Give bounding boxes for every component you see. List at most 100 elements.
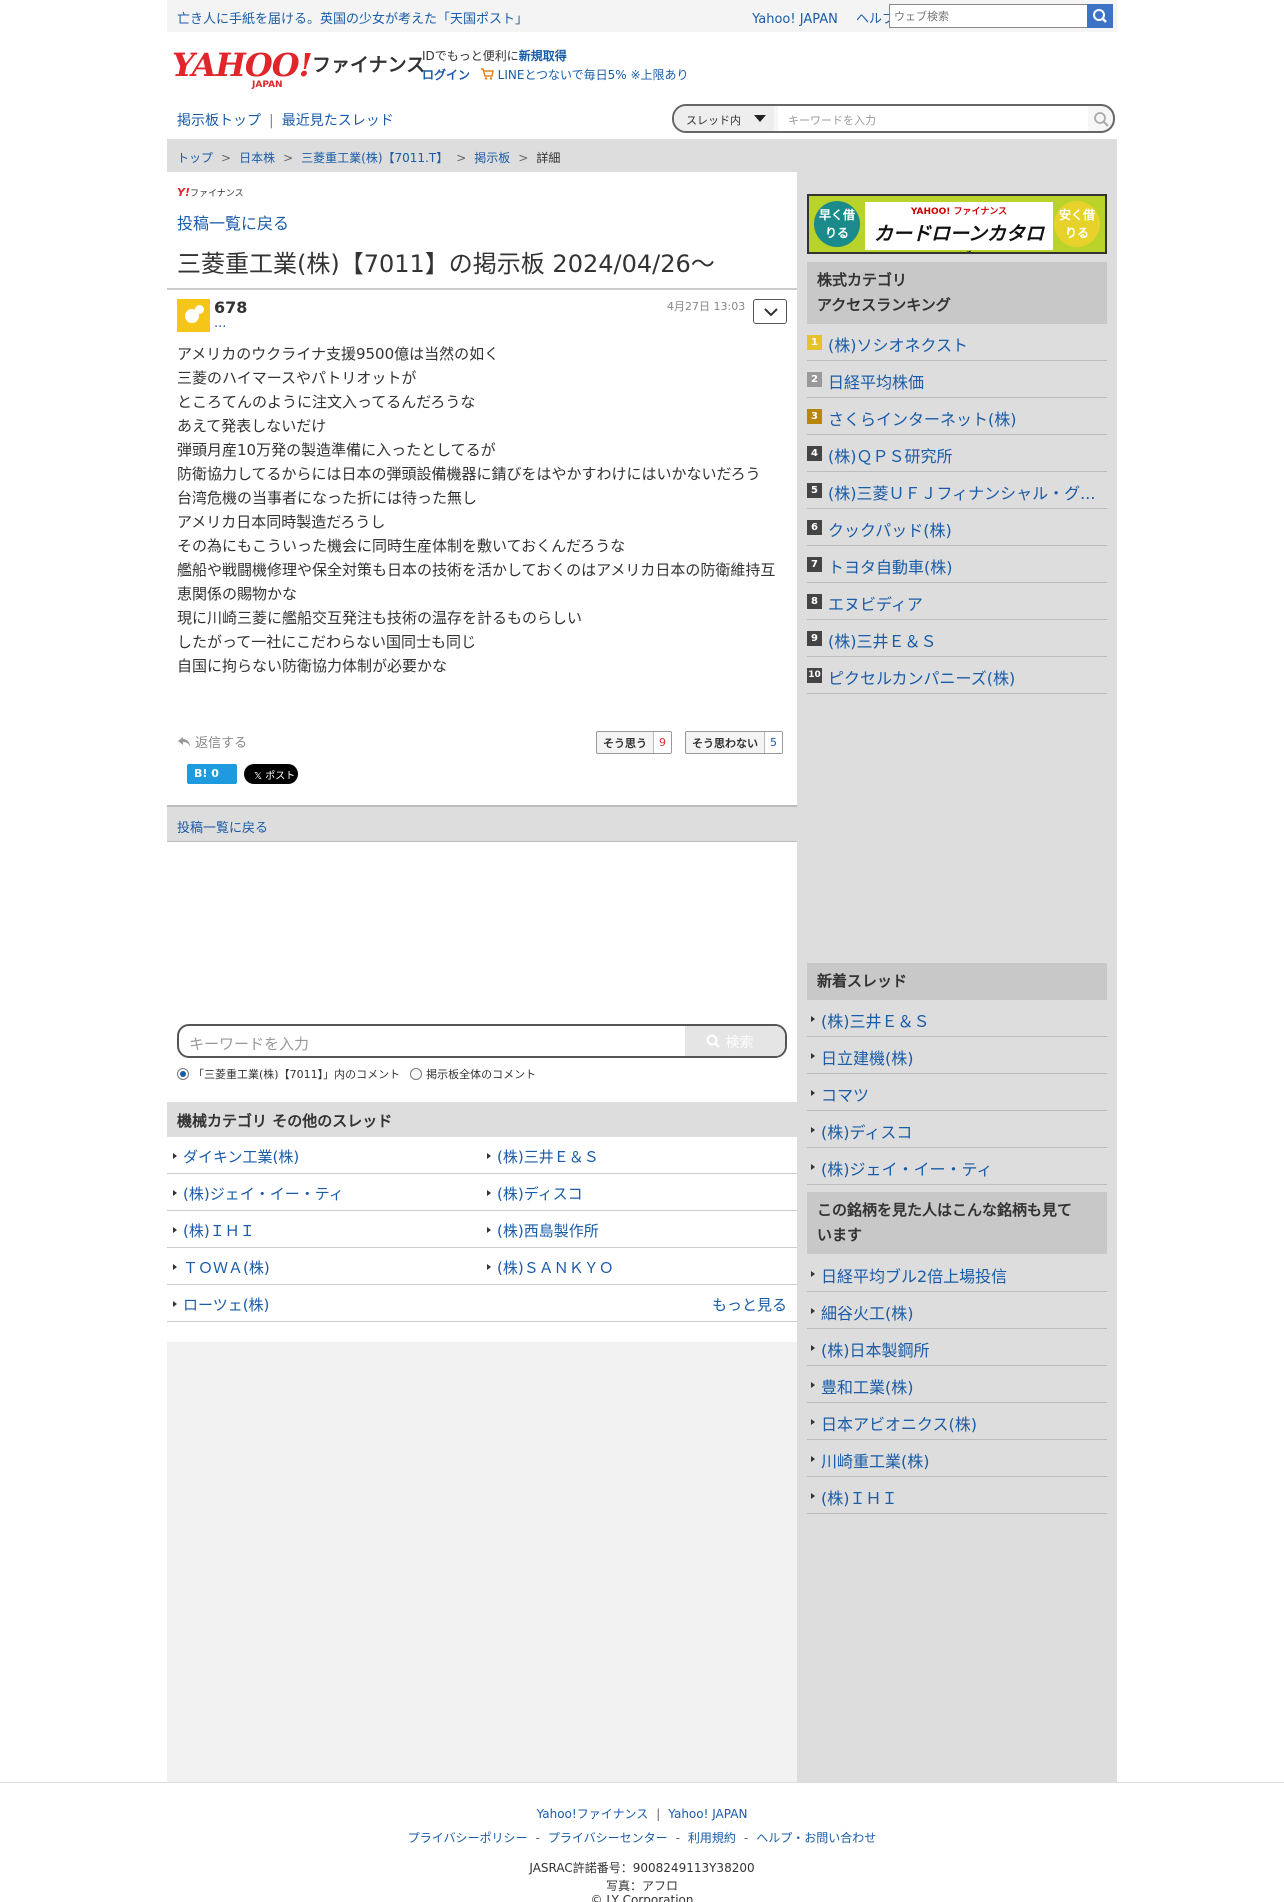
post-line: したがって一社にこだわらない国同士も同じ <box>177 633 476 651</box>
line-promo-link[interactable]: LINEとつないで毎日5% ※上限あり <box>498 68 689 82</box>
post-line: ところてんのように注文入ってるんだろうな <box>177 393 476 411</box>
category-thread-link[interactable]: (株)ＩＨＩ <box>183 1220 255 1241</box>
footer-yahoo-link[interactable]: Yahoo! JAPAN <box>668 1807 747 1821</box>
back-to-list-link[interactable]: 投稿一覧に戻る <box>177 210 289 234</box>
ranking-item[interactable]: 7 トヨタ自動車(株) <box>807 546 1107 583</box>
nav-separator: | <box>269 113 274 129</box>
stock-name: (株)ＩＨＩ <box>821 1489 898 1508</box>
login-link[interactable]: ログイン <box>422 68 470 82</box>
ranking-item[interactable]: 4 (株)ＱＰＳ研究所 <box>807 435 1107 472</box>
back-to-list-link-bottom[interactable]: 投稿一覧に戻る <box>177 821 268 836</box>
footer-links-secondary: プライバシーポリシー - プライバシーセンター - 利用規約 - ヘルプ・お問い合わせ <box>0 1829 1284 1846</box>
signup-link[interactable]: 新規取得 <box>519 49 567 63</box>
disagree-button[interactable]: そう思わない 5 <box>685 731 783 754</box>
reply-button[interactable]: 返信する <box>177 732 247 751</box>
bullet-icon <box>811 1493 815 1499</box>
x-post-button[interactable]: 𝕏 ポスト <box>244 764 298 784</box>
search-scope-select[interactable]: スレッド内 <box>674 106 774 131</box>
top-news-link[interactable]: 亡き人に手紙を届ける。英国の少女が考えた「天国ポスト」 <box>177 8 528 27</box>
list-item[interactable]: (株)三井Ｅ＆Ｓ <box>807 1000 1107 1037</box>
post-user-link[interactable]: ... <box>214 316 226 331</box>
footer-finance-link[interactable]: Yahoo!ファイナンス <box>537 1807 649 1821</box>
ranking-item[interactable]: 1 (株)ソシオネクスト <box>807 324 1107 361</box>
ranking-heading-line2: アクセスランキング <box>817 296 951 314</box>
category-thread-link[interactable]: (株)三井Ｅ＆Ｓ <box>497 1146 599 1167</box>
breadcrumb-stock[interactable]: 三菱重工業(株)【7011.T】 <box>301 151 448 165</box>
bullet-icon <box>173 1153 177 1159</box>
post-line: 自国に拘らない防衛協力体制が必要かな <box>177 657 448 675</box>
search-icon[interactable] <box>1091 109 1111 129</box>
card-loan-banner[interactable]: 早く借りる YAHOO! ファイナンス カードローンカタログ 安く借りる <box>807 194 1107 254</box>
category-thread-link[interactable]: (株)ディスコ <box>497 1183 583 1204</box>
category-thread-link[interactable]: ローツェ(株) <box>183 1294 269 1315</box>
post-line: 弾頭月産10万発の製造準備に入ったとしてるが <box>177 441 496 459</box>
rank-number: 7 <box>807 557 822 572</box>
ranking-item[interactable]: 3 さくらインターネット(株) <box>807 398 1107 435</box>
more-link[interactable]: もっと見る <box>712 1294 787 1315</box>
rank-name: (株)三菱ＵＦＪフィナンシャル・グ... <box>828 484 1096 503</box>
rank-number: 5 <box>807 483 822 498</box>
help-contact-link[interactable]: ヘルプ・お問い合わせ <box>756 1831 876 1845</box>
ranking-item[interactable]: 2 日経平均株価 <box>807 361 1107 398</box>
stock-name: (株)日本製鋼所 <box>821 1341 930 1360</box>
list-item[interactable]: 日経平均ブル2倍上場投信 <box>807 1255 1107 1292</box>
category-thread-link[interactable]: ダイキン工業(株) <box>183 1146 299 1167</box>
breadcrumb-japan-stocks[interactable]: 日本株 <box>239 151 275 165</box>
ranking-item[interactable]: 6 クックパッド(株) <box>807 509 1107 546</box>
list-item[interactable]: 細谷火工(株) <box>807 1292 1107 1329</box>
post-line: 防衛協力してるからには日本の弾頭設備機器に錆びをはやかすわけにはいかないだろう <box>177 465 761 483</box>
breadcrumb-board[interactable]: 掲示板 <box>474 151 510 165</box>
bullet-icon <box>487 1264 491 1270</box>
post-line: 現に川崎三菱に艦船交互発注も技術の温存を計るものらしい <box>177 609 583 627</box>
privacy-policy-link[interactable]: プライバシーポリシー <box>408 1831 528 1845</box>
rank-number: 3 <box>807 409 822 424</box>
category-row: ダイキン工業(株) (株)三井Ｅ＆Ｓ <box>167 1137 797 1174</box>
ranking-item[interactable]: 5 (株)三菱ＵＦＪフィナンシャル・グ... <box>807 472 1107 509</box>
thread-keyword-input[interactable]: キーワードを入力 <box>778 106 1088 131</box>
ranking-item[interactable]: 9 (株)三井Ｅ＆Ｓ <box>807 620 1107 657</box>
category-thread-link[interactable]: ＴＯＷＡ(株) <box>183 1257 270 1278</box>
list-item[interactable]: 川崎重工業(株) <box>807 1440 1107 1477</box>
ranking-item[interactable]: 8 エヌビディア <box>807 583 1107 620</box>
web-search-button[interactable] <box>1087 4 1113 28</box>
radio-in-thread-label: 「三菱重工業(株)【7011】」内のコメント <box>193 1068 401 1081</box>
list-item[interactable]: コマツ <box>807 1074 1107 1111</box>
ranking-item[interactable]: 10 ピクセルカンパニーズ(株) <box>807 657 1107 694</box>
board-search-input[interactable]: キーワードを入力 <box>189 1033 309 1054</box>
terms-link[interactable]: 利用規約 <box>688 1831 736 1845</box>
banner-left-badge: 早く借りる <box>814 201 860 247</box>
radio-all[interactable] <box>410 1068 423 1080</box>
list-item[interactable]: (株)ディスコ <box>807 1111 1107 1148</box>
post-body: アメリカのウクライナ支援9500億は当然の如く 三菱のハイマースやパトリオットが… <box>177 342 787 678</box>
footer: Yahoo!ファイナンス | Yahoo! JAPAN プライバシーポリシー - プライ… <box>0 1782 1284 1902</box>
list-item[interactable]: (株)ＩＨＩ <box>807 1477 1107 1514</box>
agree-button[interactable]: そう思う 9 <box>596 731 672 754</box>
bullet-icon <box>811 1016 815 1022</box>
radio-all-label: 掲示板全体のコメント <box>426 1068 537 1081</box>
privacy-center-link[interactable]: プライバシーセンター <box>548 1831 668 1845</box>
list-item[interactable]: (株)ジェイ・イー・ティ <box>807 1148 1107 1185</box>
recent-threads-link[interactable]: 最近見たスレッド <box>282 113 394 129</box>
hatena-bookmark-button[interactable]: B! 0 <box>187 764 237 784</box>
yahoo-finance-logo[interactable]: YAHOO! JAPAN ファイナンス <box>172 46 425 90</box>
category-thread-link[interactable]: (株)ジェイ・イー・ティ <box>183 1183 344 1204</box>
post-menu-button[interactable] <box>753 299 787 324</box>
radio-in-thread[interactable] <box>177 1068 189 1080</box>
board-search-button[interactable]: 検索 <box>685 1026 785 1056</box>
web-search-input[interactable] <box>890 5 1080 27</box>
breadcrumb: トップ > 日本株 > 三菱重工業(株)【7011.T】 > 掲示板 > 詳細 <box>167 139 1117 172</box>
category-thread-link[interactable]: (株)ＳＡＮＫＹＯ <box>497 1257 614 1278</box>
breadcrumb-top[interactable]: トップ <box>177 151 213 165</box>
yahoo-japan-link[interactable]: Yahoo! JAPAN <box>752 12 838 27</box>
list-item[interactable]: 日立建機(株) <box>807 1037 1107 1074</box>
list-item[interactable]: 日本アビオニクス(株) <box>807 1403 1107 1440</box>
board-top-link[interactable]: 掲示板トップ <box>177 113 261 129</box>
category-thread-link[interactable]: (株)西島製作所 <box>497 1220 599 1241</box>
banner-title: カードローンカタログ <box>873 223 1045 252</box>
bullet-icon <box>811 1382 815 1388</box>
list-item[interactable]: 豊和工業(株) <box>807 1366 1107 1403</box>
rank-name: (株)ＱＰＳ研究所 <box>828 447 953 466</box>
footer-sep: - <box>675 1831 680 1845</box>
list-item[interactable]: (株)日本製鋼所 <box>807 1329 1107 1366</box>
board-search: キーワードを入力 検索 <box>177 1024 787 1058</box>
